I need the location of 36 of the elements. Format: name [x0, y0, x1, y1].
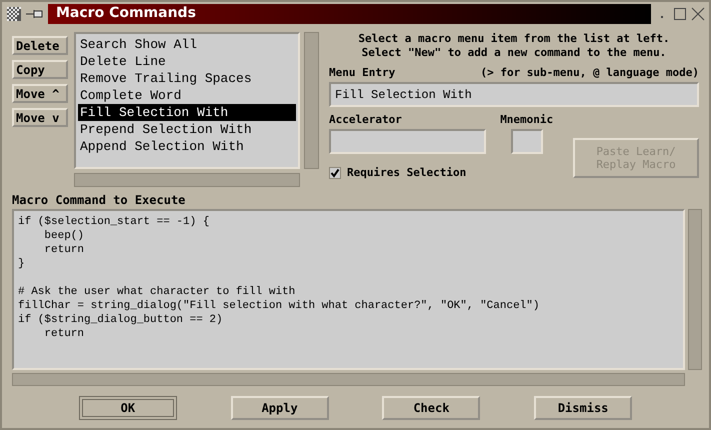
horizontal-scrollbar[interactable] — [74, 173, 300, 187]
section-label: Macro Command to Execute — [12, 193, 186, 207]
checkbox[interactable] — [329, 166, 341, 178]
instruction-text: Select a macro menu item from the list at left. Select "New" to add a new command to the menu. — [357, 32, 671, 60]
side-button[interactable]: Move v — [12, 108, 68, 127]
accelerator-field[interactable] — [329, 129, 486, 154]
list-item[interactable]: Delete Line — [78, 53, 296, 70]
close-icon[interactable] — [691, 7, 705, 21]
checkbox-label: Requires Selection — [347, 166, 466, 179]
maximize-icon[interactable] — [673, 7, 687, 21]
dialog-button[interactable]: Dismiss — [534, 396, 632, 420]
list-item[interactable]: Prepend Selection With — [78, 121, 296, 138]
dialog-button[interactable]: Apply — [230, 396, 329, 420]
side-button[interactable]: Move ^ — [12, 84, 68, 103]
field-label: Accelerator — [329, 113, 403, 126]
dialog-button[interactable]: OK — [78, 396, 177, 420]
list-item[interactable]: Remove Trailing Spaces — [78, 70, 296, 87]
field-label: Menu Entry — [329, 66, 396, 79]
pin-icon[interactable] — [26, 9, 44, 19]
list-item[interactable]: Fill Selection With — [78, 104, 296, 121]
macro-code-field[interactable]: if ($selection_start == -1) { beep() return } # Ask the user what character to fill with fillChar = string_dialog("Fill selection with what character?", "OK", "Cancel") if ($string_dialog_button == 2) return — [12, 209, 685, 370]
window-menu-icon[interactable] — [6, 6, 22, 22]
window-title: Macro Commands — [48, 4, 651, 24]
vertical-scrollbar[interactable] — [688, 209, 702, 370]
horizontal-scrollbar[interactable] — [12, 373, 685, 386]
dialog-button[interactable]: Check — [382, 396, 480, 420]
field-label: Mnemonic — [500, 113, 554, 126]
side-button[interactable]: Copy — [12, 60, 68, 79]
list-item[interactable]: Search Show All — [78, 36, 296, 53]
mnemonic-field[interactable] — [510, 129, 543, 154]
field-hint: (> for sub-menu, @ language mode) — [480, 66, 699, 79]
list-item[interactable]: Append Selection With — [78, 138, 296, 155]
menu-entry-field[interactable]: Fill Selection With — [329, 82, 699, 107]
list-item[interactable]: Complete Word — [78, 87, 296, 104]
vertical-scrollbar[interactable] — [304, 32, 319, 169]
side-button[interactable]: Delete — [12, 36, 68, 55]
